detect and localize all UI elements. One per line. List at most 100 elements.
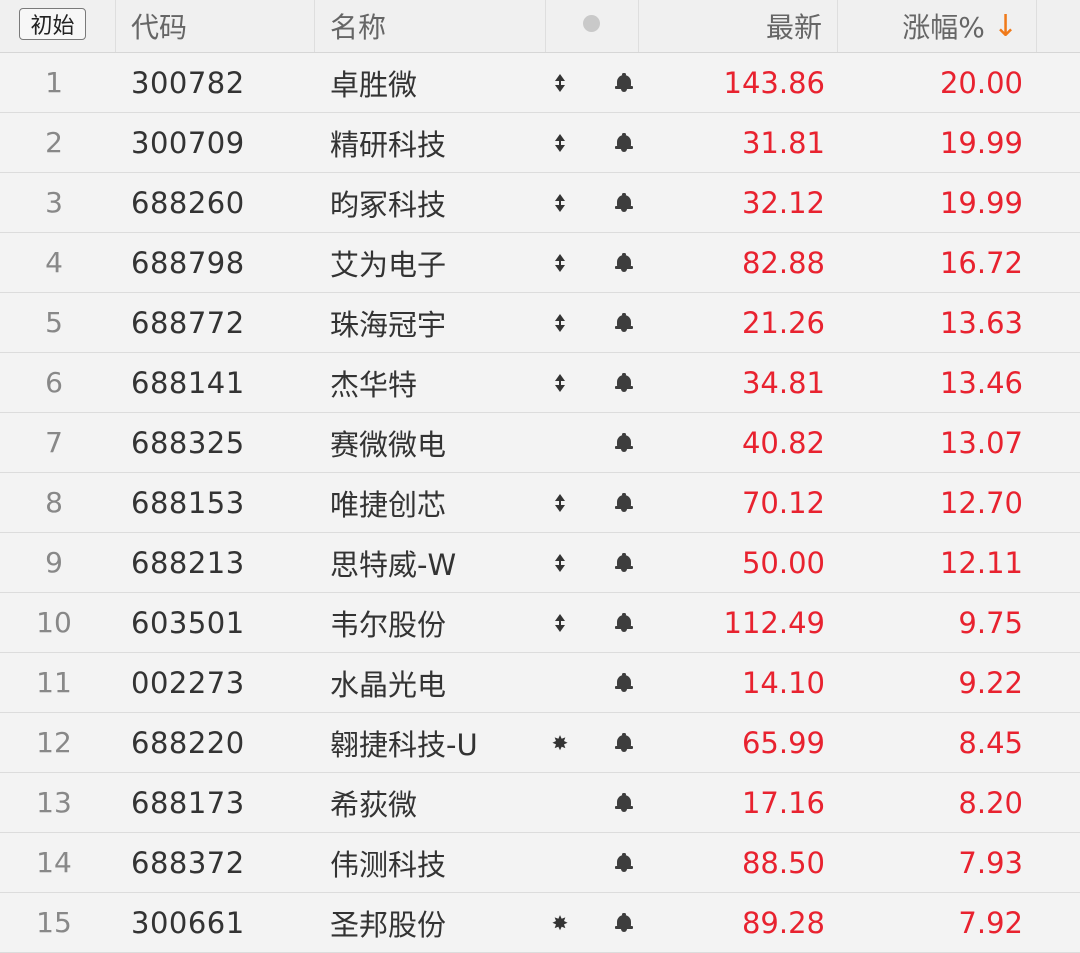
margin-trading-icon — [555, 193, 565, 212]
alert-cell — [612, 413, 636, 472]
column-divider[interactable] — [314, 0, 315, 52]
change-pct: 8.45 — [958, 725, 1023, 760]
table-row[interactable]: 2 300709 精研科技 31.81 19.99 — [0, 113, 1080, 173]
latest-price: 21.26 — [741, 305, 825, 340]
row-index: 8 — [45, 486, 63, 519]
mark-cell — [548, 353, 572, 412]
mark-cell — [548, 113, 572, 172]
bell-icon[interactable] — [615, 852, 633, 873]
table-row[interactable]: 3 688260 昀冢科技 32.12 19.99 — [0, 173, 1080, 233]
table-row[interactable]: 7 688325 赛微微电 40.82 13.07 — [0, 413, 1080, 473]
stock-code: 688772 — [131, 305, 245, 340]
bell-icon[interactable] — [615, 372, 633, 393]
stock-code: 688798 — [131, 245, 245, 280]
bell-icon[interactable] — [615, 312, 633, 333]
stock-code: 688220 — [131, 725, 245, 760]
table-row[interactable]: 12 688220 翱捷科技-U ✸ 65.99 8.45 — [0, 713, 1080, 773]
bell-icon[interactable] — [615, 552, 633, 573]
change-pct: 13.07 — [939, 425, 1023, 460]
starburst-icon: ✸ — [551, 730, 569, 755]
column-divider[interactable] — [638, 0, 639, 52]
bell-icon[interactable] — [615, 72, 633, 93]
mark-cell — [548, 413, 572, 472]
stock-code: 603501 — [131, 605, 245, 640]
change-pct: 12.70 — [939, 485, 1023, 520]
table-row[interactable]: 8 688153 唯捷创芯 70.12 12.70 — [0, 473, 1080, 533]
change-pct: 7.93 — [958, 845, 1023, 880]
bell-icon[interactable] — [615, 732, 633, 753]
mark-cell: ✸ — [548, 713, 572, 772]
table-row[interactable]: 9 688213 思特威-W 50.00 12.11 — [0, 533, 1080, 593]
stock-name: 昀冢科技 — [330, 187, 447, 222]
stock-name: 珠海冠宇 — [330, 307, 447, 342]
alert-cell — [612, 293, 636, 352]
column-divider[interactable] — [1036, 0, 1037, 52]
alert-cell — [612, 833, 636, 892]
column-divider[interactable] — [837, 0, 838, 52]
row-index: 7 — [45, 426, 63, 459]
bell-icon[interactable] — [615, 132, 633, 153]
bell-icon[interactable] — [615, 432, 633, 453]
latest-price: 32.12 — [741, 185, 825, 220]
column-header-name[interactable]: 名称 — [330, 0, 386, 52]
column-header-change-pct[interactable]: 涨幅% ↓ — [902, 0, 1018, 52]
row-index: 6 — [45, 366, 63, 399]
column-divider[interactable] — [115, 0, 116, 52]
stock-name: 韦尔股份 — [330, 607, 447, 642]
margin-trading-icon — [555, 73, 565, 92]
bell-icon[interactable] — [615, 612, 633, 633]
alert-cell — [612, 173, 636, 232]
stock-name: 圣邦股份 — [330, 907, 447, 942]
bell-icon[interactable] — [615, 792, 633, 813]
stock-code: 688173 — [131, 785, 245, 820]
status-dot-icon[interactable] — [583, 15, 600, 32]
alert-cell — [612, 893, 636, 952]
table-header: 初始 代码 名称 最新 涨幅% ↓ — [0, 0, 1080, 53]
bell-icon[interactable] — [615, 912, 633, 933]
table-row[interactable]: 14 688372 伟测科技 88.50 7.93 — [0, 833, 1080, 893]
table-row[interactable]: 13 688173 希荻微 17.16 8.20 — [0, 773, 1080, 833]
latest-price: 112.49 — [723, 605, 825, 640]
table-row[interactable]: 6 688141 杰华特 34.81 13.46 — [0, 353, 1080, 413]
mark-cell — [548, 53, 572, 112]
stock-code: 688325 — [131, 425, 245, 460]
table-row[interactable]: 10 603501 韦尔股份 112.49 9.75 — [0, 593, 1080, 653]
column-header-code[interactable]: 代码 — [131, 0, 187, 52]
stock-code: 002273 — [131, 665, 245, 700]
stock-name: 卓胜微 — [330, 67, 418, 102]
table-row[interactable]: 11 002273 水晶光电 14.10 9.22 — [0, 653, 1080, 713]
table-row[interactable]: 4 688798 艾为电子 82.88 16.72 — [0, 233, 1080, 293]
column-header-price[interactable]: 最新 — [766, 0, 822, 52]
stock-name: 思特威-W — [330, 547, 457, 582]
margin-trading-icon — [555, 493, 565, 512]
row-index: 3 — [45, 186, 63, 219]
stock-code: 688260 — [131, 185, 245, 220]
stock-name: 翱捷科技-U — [330, 727, 478, 762]
margin-trading-icon — [555, 373, 565, 392]
table-row[interactable]: 15 300661 圣邦股份 ✸ 89.28 7.92 — [0, 893, 1080, 953]
bell-icon[interactable] — [615, 672, 633, 693]
latest-price: 70.12 — [741, 485, 825, 520]
latest-price: 17.16 — [741, 785, 825, 820]
stock-name: 伟测科技 — [330, 847, 447, 882]
stock-code: 300661 — [131, 905, 245, 940]
margin-trading-icon — [555, 613, 565, 632]
change-pct: 9.75 — [958, 605, 1023, 640]
latest-price: 34.81 — [741, 365, 825, 400]
table-row[interactable]: 5 688772 珠海冠宇 21.26 13.63 — [0, 293, 1080, 353]
row-index: 1 — [45, 66, 63, 99]
bell-icon[interactable] — [615, 492, 633, 513]
change-pct: 8.20 — [958, 785, 1023, 820]
latest-price: 88.50 — [741, 845, 825, 880]
stock-ranking-table: 初始 代码 名称 最新 涨幅% ↓ 1 300782 卓胜微 143.86 20.00 2… — [0, 0, 1080, 953]
column-divider[interactable] — [545, 0, 546, 52]
alert-cell — [612, 473, 636, 532]
bell-icon[interactable] — [615, 192, 633, 213]
latest-price: 89.28 — [741, 905, 825, 940]
table-row[interactable]: 1 300782 卓胜微 143.86 20.00 — [0, 53, 1080, 113]
bell-icon[interactable] — [615, 252, 633, 273]
latest-price: 14.10 — [741, 665, 825, 700]
reset-sort-button[interactable]: 初始 — [19, 8, 86, 40]
row-index: 2 — [45, 126, 63, 159]
alert-cell — [612, 53, 636, 112]
